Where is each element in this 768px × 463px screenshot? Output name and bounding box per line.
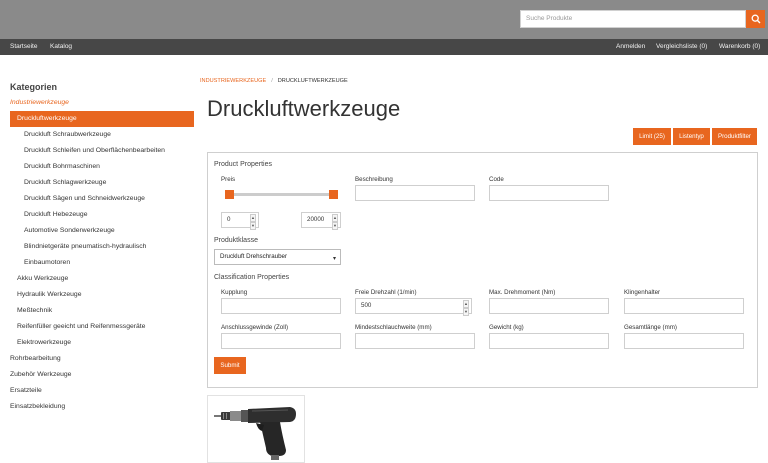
sidebar-item-motors[interactable]: Einbaumotoren [24,258,70,268]
pneumatic-screwdriver-image[interactable] [208,396,305,463]
nav-link-compare[interactable]: Vergleichsliste (0) [656,39,707,55]
breadcrumb-parent[interactable]: INDUSTRIEWERKZEUGE [200,78,266,84]
nav-link-home[interactable]: Startseite [10,39,37,55]
sidebar-item-pipe-processing[interactable]: Rohrbearbeitung [10,354,61,364]
min-hose-input[interactable] [355,333,475,349]
price-min-value: 0 [227,216,231,223]
search-icon [751,14,760,24]
chevron-down-icon: ▾ [332,256,336,262]
price-slider-track[interactable] [230,193,336,196]
code-input[interactable] [489,185,609,201]
product-class-label: Produktklasse [214,237,258,244]
sidebar-item-measuring[interactable]: Meßtechnik [17,306,52,316]
sidebar-item-hydraulic-tools[interactable]: Hydraulik Werkzeuge [17,290,81,300]
nav-bar: Startseite Katalog Anmelden Vergleichsli… [0,39,768,55]
free-speed-spinner[interactable]: ▲ ▼ [463,300,469,316]
limit-button[interactable]: Limit (25) [633,128,671,145]
price-min-input[interactable]: 0 ▲ ▼ [221,212,259,230]
sidebar-item-tire-inflators[interactable]: Reifenfüller geeicht und Reifenmessgerät… [17,322,145,332]
sidebar-item-spare-parts[interactable]: Ersatzteile [10,386,42,396]
sidebar-item-battery-tools[interactable]: Akku Werkzeuge [17,274,68,284]
weight-input[interactable] [489,333,609,349]
price-slider-max-handle[interactable] [329,190,338,199]
list-type-button[interactable]: Listentyp [673,128,710,145]
code-label: Code [489,176,504,183]
description-input[interactable] [355,185,475,201]
product-class-select[interactable]: Druckluft Drehschrauber ▾ [214,249,341,265]
sidebar-item-industrial-tools[interactable]: Industriewerkzeuge [10,98,69,108]
filter-panel: Product Properties Preis 0 ▲ ▼ 20000 ▲ ▼ B… [207,152,758,388]
product-properties-heading: Product Properties [214,161,272,168]
nav-link-login[interactable]: Anmelden [616,39,645,55]
total-length-label: Gesamtlänge (mm) [624,324,677,331]
sidebar-item-automotive[interactable]: Automotive Sonderwerkzeuge [24,226,115,236]
price-slider-min-handle[interactable] [225,190,234,199]
max-torque-input[interactable] [489,298,609,314]
product-class-value: Druckluft Drehschrauber [220,253,288,260]
sidebar-item-screwdriving[interactable]: Druckluft Schraubwerkzeuge [24,130,111,140]
thread-input[interactable] [221,333,341,349]
top-bar: Suche Produkte [0,0,768,39]
blade-holder-label: Klingenhalter [624,289,661,296]
thread-label: Anschlussgewinde (Zoll) [221,324,289,331]
sidebar-item-saws[interactable]: Druckluft Sägen und Schneidwerkzeuge [24,194,145,204]
min-hose-label: Mindestschlauchweite (mm) [355,324,432,331]
sidebar-item-hoists[interactable]: Druckluft Hebezeuge [24,210,87,220]
classification-properties-heading: Classification Properties [214,274,290,281]
free-speed-input[interactable]: 500 ▲ ▼ [355,298,472,316]
submit-button[interactable]: Submit [214,357,246,374]
sidebar-item-accessories[interactable]: Zubehör Werkzeuge [10,370,71,380]
price-label: Preis [221,176,236,183]
product-filter-button[interactable]: Produktfilter [712,128,757,145]
free-speed-value: 500 [361,302,372,309]
sidebar-item-pneumatic-tools[interactable]: Druckluftwerkzeuge [10,111,194,127]
blade-holder-input[interactable] [624,298,744,314]
search-input[interactable]: Suche Produkte [520,10,746,28]
nav-link-catalog[interactable]: Katalog [50,39,72,55]
coupling-label: Kupplung [221,289,248,296]
price-max-input[interactable]: 20000 ▲ ▼ [301,212,341,230]
sidebar-item-workwear[interactable]: Einsatzbekleidung [10,402,65,412]
sidebar-item-rivet[interactable]: Blindnietgeräte pneumatisch-hydraulisch [24,242,146,252]
breadcrumb: INDUSTRIEWERKZEUGE / DRUCKLUFTWERKZEUGE [200,78,348,84]
price-max-value: 20000 [307,216,325,223]
sidebar-item-drills[interactable]: Druckluft Bohrmaschinen [24,162,100,172]
breadcrumb-current: DRUCKLUFTWERKZEUGE [277,78,348,84]
page-title: Druckluftwerkzeuge [207,96,401,121]
search-button[interactable] [746,10,765,28]
product-card[interactable] [207,395,305,463]
sidebar-item-electric-tools[interactable]: Elektrowerkzeuge [17,338,71,348]
description-label: Beschreibung [355,176,393,183]
max-torque-label: Max. Drehmoment (Nm) [489,289,556,296]
sidebar-item-grinding[interactable]: Druckluft Schleifen und Oberflächenbearb… [24,146,165,156]
price-max-spinner[interactable]: ▲ ▼ [332,214,338,230]
coupling-input[interactable] [221,298,341,314]
sidebar-title: Kategorien [10,82,58,92]
total-length-input[interactable] [624,333,744,349]
free-speed-label: Freie Drehzahl (1/min) [355,289,417,296]
breadcrumb-separator: / [271,78,273,84]
weight-label: Gewicht (kg) [489,324,524,331]
price-min-spinner[interactable]: ▲ ▼ [250,214,256,230]
sidebar-item-impact[interactable]: Druckluft Schlagwerkzeuge [24,178,106,188]
nav-link-cart[interactable]: Warenkorb (0) [719,39,760,55]
